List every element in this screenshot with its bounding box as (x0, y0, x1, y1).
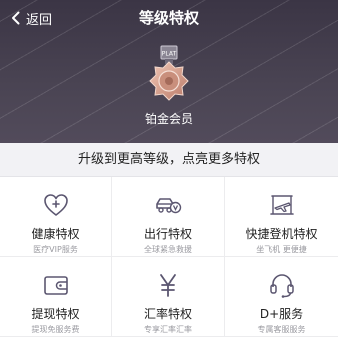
privilege-subtitle: 提现免服务费 (31, 325, 80, 334)
privilege-title: D+服务 (259, 307, 304, 321)
health-icon (43, 194, 68, 216)
privilege-subtitle: 专属客服服务 (257, 325, 306, 334)
privilege-subtitle: 医疗VIP服务 (33, 245, 78, 254)
header: 返回 等级特权 PLAT 铂金会员 (0, 0, 338, 143)
privilege-title: 汇率特权 (143, 307, 192, 321)
privilege-withdrawal[interactable]: 提现特权 提现免服务费 (0, 257, 112, 337)
platinum-medal-icon: PLAT (149, 45, 189, 101)
medal-badge-text: PLAT (162, 51, 177, 58)
wallet-icon (43, 276, 68, 295)
privilege-exchange-rate[interactable]: 汇率特权 专享汇率汇率 (112, 257, 225, 337)
privilege-travel[interactable]: 出行特权 全球紧急救援 (112, 177, 225, 257)
privilege-subtitle: 全球紧急救援 (144, 245, 192, 254)
member-level-label: 铂金会员 (144, 112, 193, 126)
privilege-title: 健康特权 (31, 227, 80, 241)
privilege-subtitle: 坐飞机 更便捷 (256, 245, 307, 254)
privilege-health[interactable]: 健康特权 医疗VIP服务 (0, 177, 112, 257)
privilege-grid: 健康特权 医疗VIP服务 出行特权 全球紧急救援 快捷登机特权 坐飞机 更便捷 (0, 177, 338, 337)
privilege-title: 提现特权 (31, 307, 80, 321)
headset-icon (269, 274, 294, 298)
boarding-icon (269, 195, 294, 215)
privilege-d-plus-service[interactable]: D+服务 专属客服服务 (225, 257, 338, 337)
upgrade-tagline: 升级到更高等级，点亮更多特权 (0, 143, 338, 177)
privilege-subtitle: 专享汇率汇率 (144, 325, 192, 334)
car-icon (156, 198, 182, 214)
privilege-fast-boarding[interactable]: 快捷登机特权 坐飞机 更便捷 (225, 177, 338, 257)
privilege-title: 快捷登机特权 (245, 227, 318, 241)
yen-icon (160, 274, 176, 297)
privilege-title: 出行特权 (143, 227, 192, 241)
page-title: 等级特权 (138, 9, 199, 27)
